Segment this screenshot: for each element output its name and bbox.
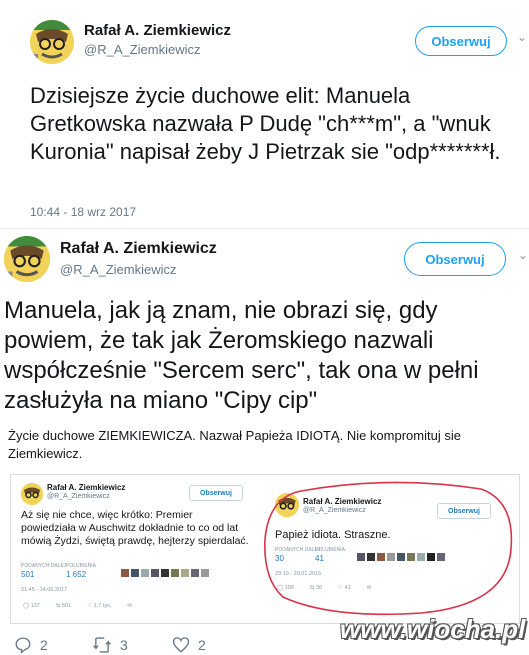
author-name[interactable]: Rafał A. Ziemkiewicz: [84, 22, 231, 39]
likes-count: 1 652: [66, 570, 87, 579]
mail-icon: ✉: [127, 603, 133, 609]
reply-count: 137: [30, 603, 40, 609]
liker-avatars: [121, 569, 209, 577]
like-action[interactable]: 2: [172, 636, 206, 654]
retweet-count: 501: [62, 603, 72, 609]
embedded-actions: ◯ 137 ⇆ 501 ♡ 1,7 tys. ✉: [23, 603, 132, 609]
like-count: 1,7 tys.: [93, 603, 112, 609]
watermark: www.wiocha.pl: [340, 614, 526, 644]
reply-icon: ◯ 137: [23, 603, 40, 609]
retweet-icon: ⇆ 501: [55, 603, 72, 609]
tweet-text: Manuela, jak ją znam, nie obrazi się, gd…: [4, 297, 479, 414]
tweet-timestamp[interactable]: 10:44 - 18 wrz 2017: [30, 205, 136, 219]
author-handle[interactable]: @R_A_Ziemkiewicz: [60, 262, 177, 277]
post-caption: Życie duchowe ZIEMKIEWICZA. Nazwał Papie…: [8, 428, 461, 461]
embedded-screenshot: Rafał A. Ziemkiewicz @R_A_Ziemkiewicz Ob…: [10, 474, 520, 624]
heart-icon: [172, 637, 190, 653]
embedded-timestamp: 21:45 - 14.06.2017: [21, 587, 68, 593]
author-handle: @R_A_Ziemkiewicz: [47, 493, 110, 500]
follow-button: Obserwuj: [189, 485, 243, 501]
author-name[interactable]: Rafał A. Ziemkiewicz: [60, 240, 217, 258]
follow-button[interactable]: Obserwuj: [415, 26, 507, 56]
like-count: 2: [198, 637, 206, 653]
follow-button[interactable]: Obserwuj: [404, 242, 506, 276]
author-handle[interactable]: @R_A_Ziemkiewicz: [84, 42, 201, 57]
red-highlight-circle: [264, 481, 513, 616]
author-name: Rafał A. Ziemkiewicz: [47, 483, 126, 492]
avatar[interactable]: [30, 20, 74, 64]
follow-button-label: Obserwuj: [425, 251, 485, 267]
follow-button-label: Obserwuj: [200, 489, 232, 497]
retweet-count: 3: [120, 637, 128, 653]
reply-count: 2: [40, 637, 48, 653]
heart-icon: ♡ 1,7 tys.: [87, 603, 112, 609]
chevron-down-icon[interactable]: ⌄: [517, 30, 527, 44]
tweet-text: Dzisiejsze życie duchowe elit: Manuela G…: [30, 83, 501, 164]
avatar: [21, 483, 43, 505]
reply-action[interactable]: 2: [14, 636, 48, 654]
divider: [0, 228, 529, 229]
reply-icon: [15, 637, 31, 654]
retweet-action[interactable]: 3: [92, 636, 128, 654]
embedded-tweet-text: Aż się nie chce, więc krótko: Premier po…: [21, 509, 249, 547]
retweet-icon: [93, 637, 111, 653]
retweets-count: 501: [21, 570, 35, 579]
avatar[interactable]: [4, 236, 50, 282]
chevron-down-icon[interactable]: ⌄: [518, 248, 528, 262]
likes-label: POLUBIENIA: [66, 563, 97, 569]
follow-button-label: Obserwuj: [431, 33, 491, 49]
retweets-label: PODANYCH DALEJ: [21, 563, 67, 569]
